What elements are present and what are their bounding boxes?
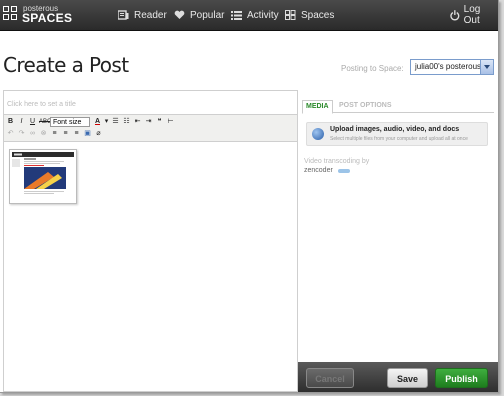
- unlink-icon[interactable]: ⊗: [39, 129, 48, 139]
- zencoder-logo-icon: [338, 169, 350, 173]
- upload-media-button[interactable]: Upload images, audio, video, and docs Se…: [306, 122, 488, 146]
- redo-icon[interactable]: ↷: [17, 129, 26, 139]
- logout-label: Log Out: [463, 4, 481, 26]
- transcoding-label: Video transcoding by: [304, 158, 370, 165]
- nav-reader-label: Reader: [134, 9, 167, 21]
- reader-icon: [118, 10, 129, 20]
- numbered-list-icon[interactable]: ☷: [122, 117, 131, 127]
- zencoder-brand[interactable]: zencoder: [304, 167, 333, 174]
- horizontal-rule-icon[interactable]: ⊢: [166, 117, 175, 127]
- space-select-value: julia00's posterous: [415, 62, 482, 71]
- chevron-down-icon: [480, 60, 493, 74]
- post-editor: Click here to set a title B I U ABC Font…: [3, 90, 298, 392]
- power-icon: [450, 9, 460, 20]
- sidebar-tabs: MEDIA POST OPTIONS: [302, 100, 494, 114]
- nav-popular-label: Popular: [190, 9, 225, 21]
- clear-formatting-icon[interactable]: ⌀: [94, 129, 103, 139]
- text-color-button[interactable]: A: [93, 117, 102, 127]
- media-sidebar: MEDIA POST OPTIONS Upload images, audio,…: [298, 90, 498, 362]
- logo-squares-icon: [3, 6, 19, 22]
- post-title-input[interactable]: Click here to set a title: [4, 91, 297, 115]
- cancel-button[interactable]: Cancel: [306, 368, 354, 388]
- align-right-icon[interactable]: ≡: [72, 129, 81, 139]
- link-icon[interactable]: ∞: [28, 129, 37, 139]
- outdent-icon[interactable]: ⇤: [133, 117, 142, 127]
- underline-button[interactable]: U: [28, 117, 37, 127]
- post-action-bar: Cancel Save Publish: [298, 362, 498, 392]
- inserted-image-thumbnail[interactable]: [9, 149, 77, 204]
- space-select[interactable]: julia00's posterous: [410, 59, 494, 75]
- italic-button[interactable]: I: [17, 117, 26, 127]
- text-color-dropdown-icon[interactable]: ▾: [104, 117, 109, 127]
- logout-link[interactable]: Log Out: [450, 0, 498, 30]
- posting-to-space-label: Posting to Space:: [341, 64, 404, 73]
- upload-title: Upload images, audio, video, and docs: [330, 126, 460, 133]
- nav-activity-label: Activity: [247, 9, 279, 21]
- nav-activity[interactable]: Activity: [231, 0, 279, 30]
- bullet-list-icon[interactable]: ☰: [111, 117, 120, 127]
- nav-popular[interactable]: Popular: [174, 0, 224, 30]
- tab-post-options[interactable]: POST OPTIONS: [336, 100, 395, 112]
- strikethrough-button[interactable]: ABC: [39, 117, 51, 127]
- upload-globe-icon: [312, 128, 324, 140]
- posterous-logo[interactable]: posterous SPACES: [3, 4, 73, 26]
- undo-icon[interactable]: ↶: [6, 129, 15, 139]
- top-navigation-bar: posterous SPACES Reader Popular Activity…: [0, 0, 498, 31]
- upload-subtitle: Select multiple files from your computer…: [330, 136, 468, 142]
- font-size-label: Font size: [53, 119, 82, 126]
- font-size-select[interactable]: Font size: [50, 117, 90, 127]
- browser-frame: posterous SPACES Reader Popular Activity…: [0, 0, 499, 393]
- nav-reader[interactable]: Reader: [118, 0, 167, 30]
- align-center-icon[interactable]: ≡: [61, 129, 70, 139]
- save-button[interactable]: Save: [387, 368, 428, 388]
- blockquote-icon[interactable]: ❝: [155, 117, 164, 127]
- nav-spaces[interactable]: Spaces: [285, 0, 334, 30]
- list-icon: [231, 11, 242, 20]
- publish-button[interactable]: Publish: [435, 368, 488, 388]
- bold-button[interactable]: B: [6, 117, 15, 127]
- nav-spaces-label: Spaces: [301, 9, 335, 21]
- heart-icon: [174, 10, 185, 19]
- screenshot-thumbnail-image: [10, 150, 76, 203]
- spaces-grid-icon: [285, 10, 296, 20]
- image-icon[interactable]: ▣: [83, 129, 92, 139]
- page-title: Create a Post: [3, 53, 129, 77]
- logo-big-text: SPACES: [22, 11, 73, 25]
- tab-media[interactable]: MEDIA: [302, 100, 333, 114]
- indent-icon[interactable]: ⇥: [144, 117, 153, 127]
- editor-toolbar: B I U ABC Font size A ▾ ☰ ☷ ⇤ ⇥ ❝ ⊢ ↶ ↷ …: [4, 115, 297, 142]
- align-left-icon[interactable]: ≡: [50, 129, 59, 139]
